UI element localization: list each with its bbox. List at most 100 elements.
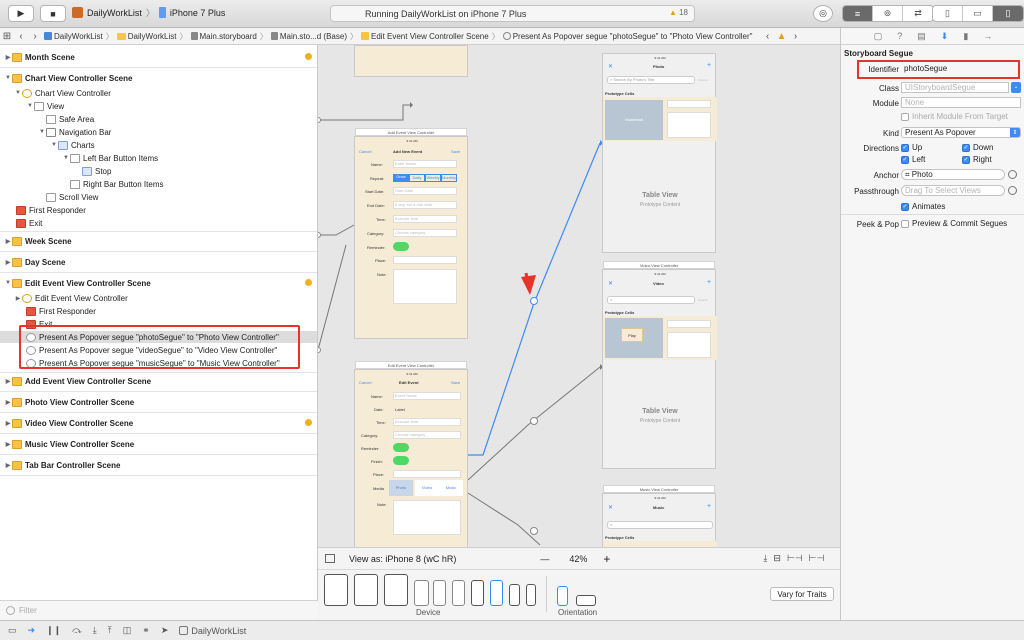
segue-icon[interactable] [318, 232, 321, 238]
warning-icon[interactable]: ▲ [775, 31, 789, 42]
disclosure-triangle-icon[interactable]: ▼ [38, 129, 46, 135]
anchor-field[interactable]: ⌗ Photo [901, 169, 1005, 180]
scene-title[interactable]: Edit Event View Controller [355, 361, 467, 369]
back-arrow-icon[interactable]: ‹ [14, 31, 28, 42]
reminder-switch[interactable] [393, 443, 409, 452]
step-out-icon[interactable]: ⤒ [108, 625, 112, 636]
previous-issue-icon[interactable]: ‹ [761, 31, 775, 42]
device-iphone-4s[interactable] [509, 584, 520, 606]
device-ipad[interactable] [384, 574, 408, 606]
class-field[interactable]: UIStoryboardSegue [901, 82, 1009, 93]
pin-icon[interactable]: ⊢⊣ [787, 553, 803, 564]
breadcrumb-segue[interactable]: Present As Popover segue "photoSegue" to… [501, 32, 755, 41]
finish-switch[interactable] [393, 456, 409, 465]
edit-event-vc-preview[interactable]: Edit Event View Controller 9:41 AM Cance… [354, 361, 468, 547]
file-inspector-icon[interactable]: ▢ [874, 31, 883, 42]
outline-row-exit[interactable]: Exit [16, 217, 317, 229]
add-event-vc-preview[interactable]: Add Event View Controller 9:41 AM Cancel… [354, 128, 468, 339]
step-over-icon[interactable]: ⤼ [72, 625, 82, 636]
orientation-landscape[interactable] [576, 595, 596, 606]
outline-row-first-responder[interactable]: First Responder [16, 204, 317, 216]
device-ipad-pro-large[interactable] [324, 574, 348, 606]
debug-toggle-icon[interactable]: ▭ [963, 6, 993, 21]
add-icon[interactable]: + [707, 62, 711, 69]
breadcrumb-project[interactable]: DailyWorkList [42, 32, 105, 41]
attributes-inspector-icon[interactable]: ⬇ [941, 31, 949, 42]
close-icon[interactable]: ✕ [608, 63, 613, 70]
forward-arrow-icon[interactable]: › [28, 31, 42, 42]
outline-filter[interactable]: Filter [0, 600, 318, 620]
outline-row-month-scene[interactable]: ▶ Month Scene [4, 51, 317, 63]
disclosure-triangle-icon[interactable]: ▶ [4, 441, 12, 448]
disclosure-triangle-icon[interactable]: ▶ [4, 238, 12, 245]
segue-icon[interactable] [318, 117, 321, 123]
media-music-button[interactable]: Music [439, 480, 463, 496]
repeat-option[interactable]: Weekly [425, 174, 441, 182]
repeat-option[interactable]: Monthly [441, 174, 457, 182]
breadcrumb-folder[interactable]: DailyWorkList [115, 32, 179, 41]
outline-row-chart-scene[interactable]: ▼ Chart View Controller Scene [4, 72, 317, 84]
note-field[interactable] [393, 500, 461, 535]
device-iphone-8-plus[interactable] [414, 580, 429, 606]
align-icon[interactable]: ⊟ [773, 553, 781, 564]
disclosure-triangle-icon[interactable]: ▼ [62, 155, 70, 161]
outline-row-right-bar-items[interactable]: Right Bar Button Items [62, 178, 317, 190]
view-debugger-icon[interactable]: ◫ [123, 625, 132, 636]
stop-button[interactable]: ■ [40, 5, 66, 22]
outline-row-view[interactable]: ▼ View [26, 100, 317, 112]
quick-help-icon[interactable]: ? [897, 31, 902, 41]
device-iphone-small[interactable] [526, 584, 536, 606]
outline-row-navigation-bar[interactable]: ▼ Navigation Bar [38, 126, 317, 138]
preview-commit-checkbox[interactable]: Preview & Commit Segues [901, 219, 1007, 228]
animates-checkbox[interactable]: ✓ Animates [901, 202, 945, 211]
outline-row-safe-area[interactable]: Safe Area [38, 113, 317, 125]
music-segue-line[interactable] [467, 492, 541, 546]
run-button[interactable]: ▶ [8, 5, 34, 22]
embed-icon[interactable]: ⤓ [763, 553, 767, 564]
segue-icon[interactable] [530, 297, 538, 305]
warning-badge[interactable]: ▲ 18 [669, 8, 688, 17]
scene-preview-top[interactable] [354, 45, 468, 77]
passthrough-field[interactable]: Drag To Select Views [901, 185, 1005, 196]
direction-right-checkbox[interactable]: ✓ Right [962, 155, 992, 164]
repeat-option[interactable]: Once [393, 174, 409, 182]
related-items-icon[interactable]: ⊞ [0, 31, 14, 42]
end-field[interactable]: If any, set a due date [393, 201, 457, 209]
breakpoints-icon[interactable]: ➜ [28, 625, 36, 636]
disclosure-triangle-icon[interactable]: ▼ [50, 142, 58, 148]
note-field[interactable] [393, 269, 457, 304]
outline-row-chart-vc[interactable]: ▼ Chart View Controller [14, 87, 317, 99]
repeat-option[interactable]: Daily [409, 174, 425, 182]
vary-for-traits-button[interactable]: Vary for Traits [770, 587, 834, 601]
place-field[interactable] [393, 470, 461, 478]
device-iphone-8[interactable] [433, 580, 446, 606]
category-field[interactable]: Choose category [393, 431, 461, 439]
identity-inspector-icon[interactable]: ▤ [917, 31, 926, 42]
class-dropdown-icon[interactable]: ⌄ [1011, 82, 1021, 93]
outline-row-add-event-scene[interactable]: ▶ Add Event View Controller Scene [4, 375, 317, 387]
outline-row-first-responder-2[interactable]: First Responder [26, 305, 317, 317]
start-field[interactable]: Start Date [393, 187, 457, 195]
video-vc-preview[interactable]: Video View Controller 9:41 AM ✕ Video + … [602, 261, 717, 469]
navigator-toggle-icon[interactable]: ▯ [933, 6, 963, 21]
direction-up-checkbox[interactable]: ✓ Up [901, 143, 922, 152]
library-button[interactable]: ◎ [813, 5, 833, 22]
save-bar-button[interactable]: Save [451, 149, 460, 154]
name-field[interactable]: Event Name [393, 392, 461, 400]
inherit-module-checkbox[interactable]: Inherit Module From Target [901, 112, 1008, 121]
scheme-selector[interactable]: DailyWorkList 〉 iPhone 7 Plus [72, 6, 225, 19]
location-icon[interactable]: ➤ [161, 625, 169, 636]
memory-graph-icon[interactable]: ⚭ [142, 625, 150, 636]
segue-icon[interactable] [318, 347, 321, 353]
segue-icon[interactable] [530, 417, 538, 425]
app-target[interactable]: DailyWorkList [179, 626, 246, 636]
outline-row-scroll-view[interactable]: Scroll View [38, 191, 317, 203]
add-icon[interactable]: + [707, 503, 711, 510]
outline-row-charts[interactable]: ▼ Charts [50, 139, 317, 151]
time-field[interactable]: Execute time [393, 215, 457, 223]
view-as-label[interactable]: View as: iPhone 8 (wC hR) [349, 554, 456, 564]
outline-row-stop[interactable]: Stop [74, 165, 317, 177]
disclosure-triangle-icon[interactable]: ▶ [4, 54, 12, 61]
add-icon[interactable]: + [707, 279, 711, 286]
anchor-connect-icon[interactable] [1008, 170, 1017, 179]
